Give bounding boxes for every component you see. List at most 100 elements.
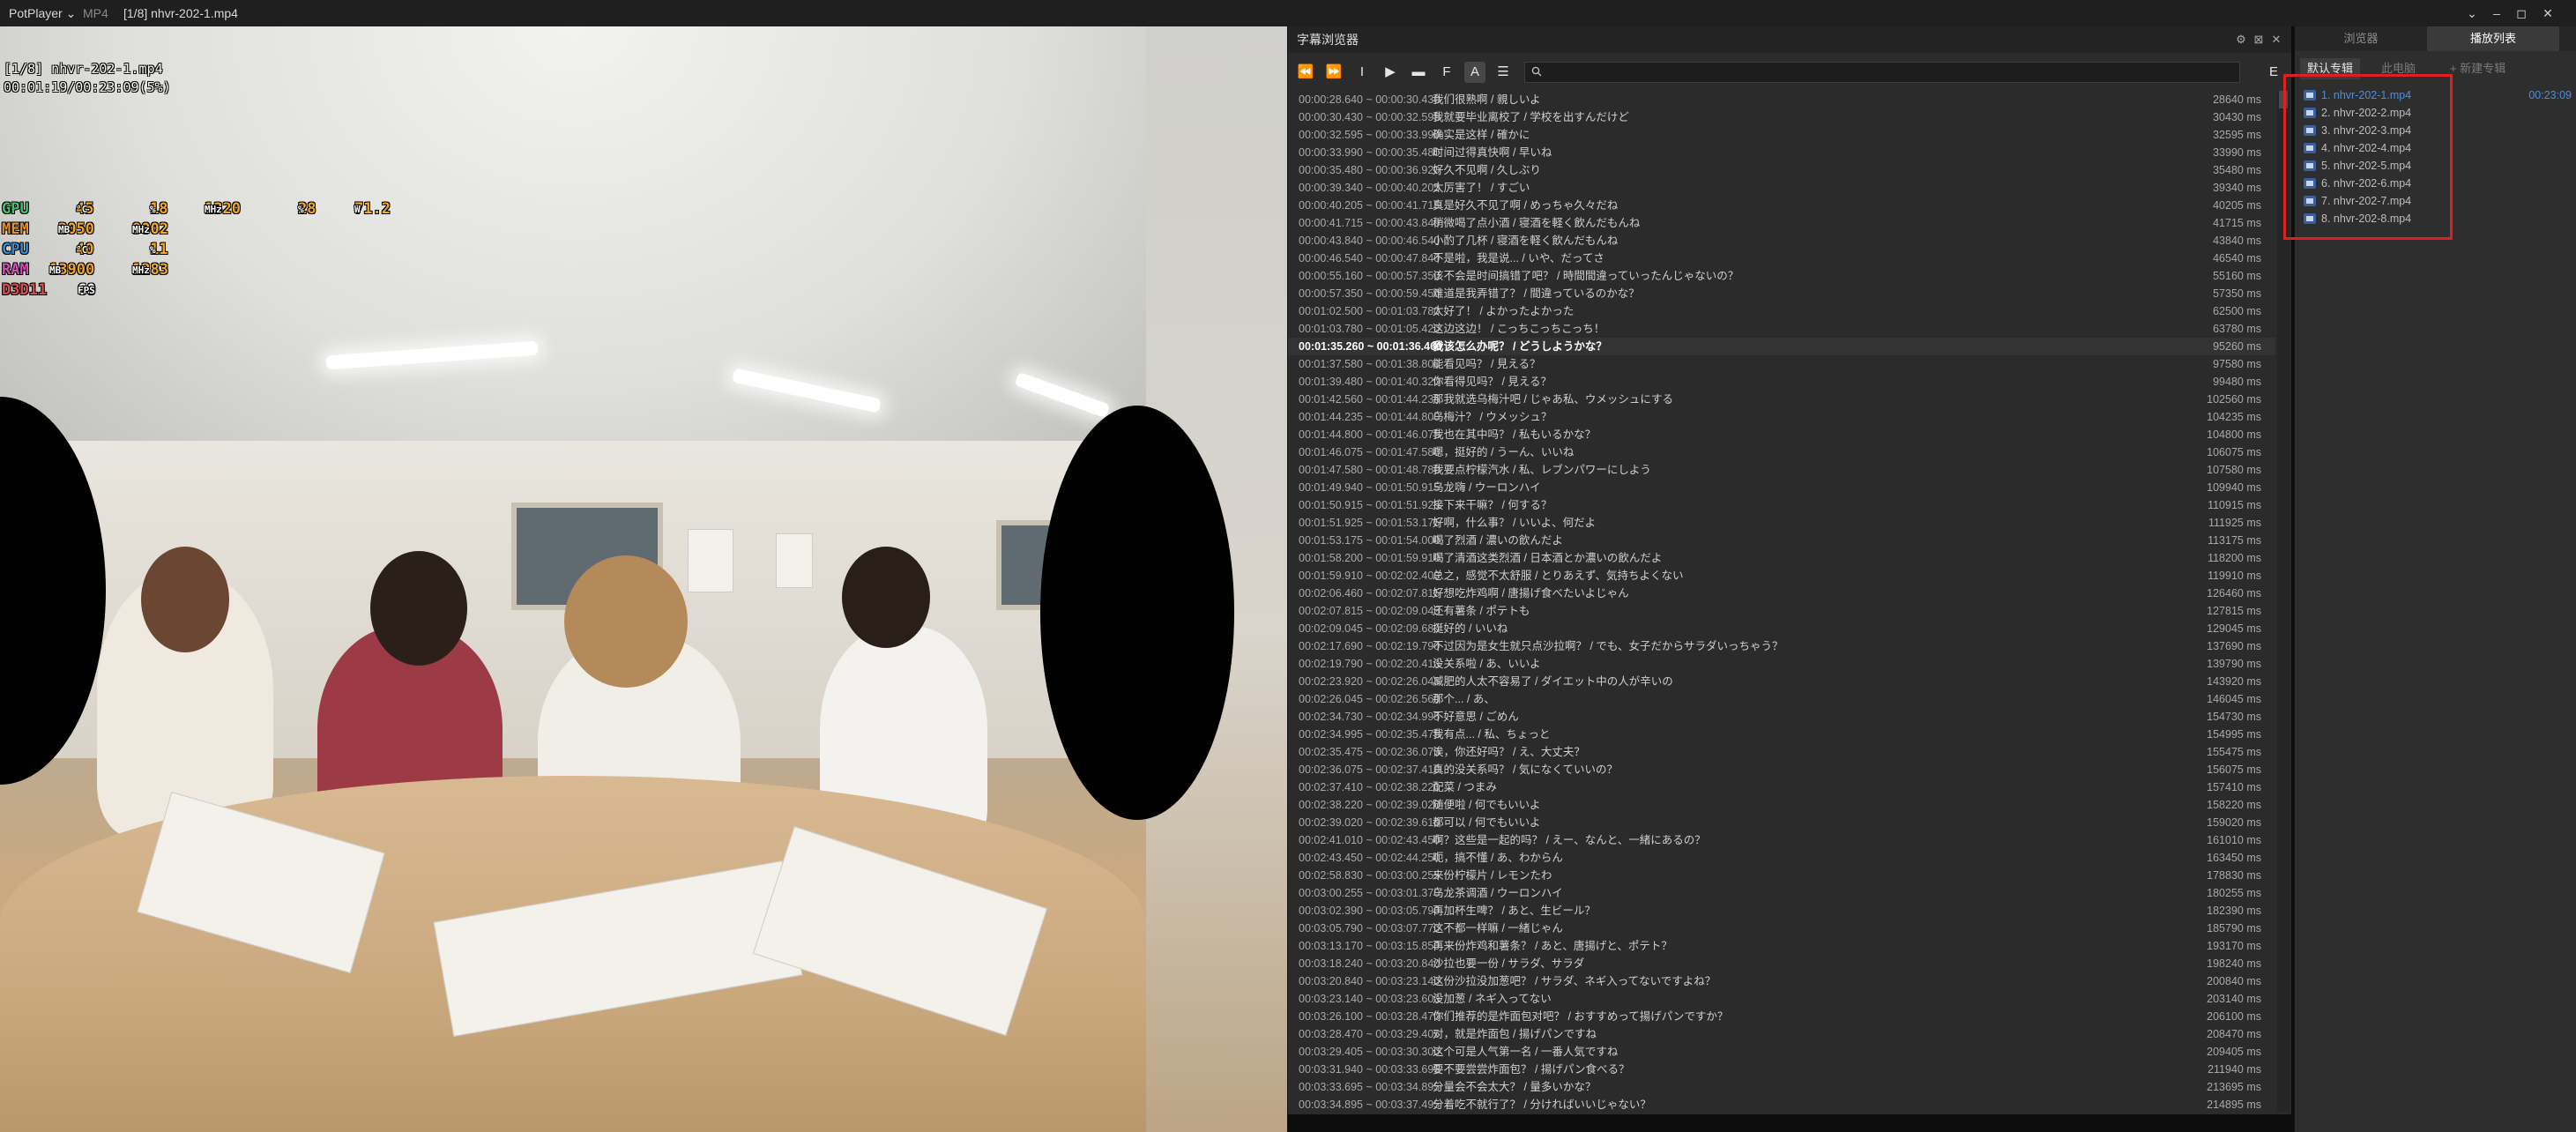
subtitle-row[interactable]: 00:00:40.205 ~ 00:00:41.715 真是好久不见了啊 / めっ… bbox=[1288, 197, 2275, 214]
subtitle-row[interactable]: 00:00:30.430 ~ 00:00:32.595 我就要毕业离校了 / 学校… bbox=[1288, 108, 2275, 126]
subtitle-time: 00:03:05.790 ~ 00:03:07.770 bbox=[1299, 922, 1441, 935]
subtitle-row[interactable]: 00:02:19.790 ~ 00:02:20.410 没关系啦 / あ、いいよ 1… bbox=[1288, 655, 2275, 673]
subtitle-row[interactable]: 00:00:57.350 ~ 00:00:59.450 难道是我弄错了？ / 間違… bbox=[1288, 285, 2275, 302]
subtitle-row[interactable]: 00:00:28.640 ~ 00:00:30.430 我们很熟啊 / 親しいよ 2… bbox=[1288, 91, 2275, 108]
subtitle-row[interactable]: 00:01:50.915 ~ 00:01:51.925 接下来干嘛？ / 何する？… bbox=[1288, 496, 2275, 514]
subtitle-row[interactable]: 00:03:23.140 ~ 00:03:23.600 没加葱 / ネギ入ってない… bbox=[1288, 990, 2275, 1008]
subtitle-time: 00:02:41.010 ~ 00:02:43.450 bbox=[1299, 834, 1441, 846]
subtitle-row[interactable]: 00:03:34.895 ~ 00:03:37.495 分着吃不就行了？ / 分け… bbox=[1288, 1096, 2275, 1112]
subtitle-row[interactable]: 00:00:32.595 ~ 00:00:33.990 确实是这样 / 確かに 32… bbox=[1288, 126, 2275, 144]
subtitle-search-input[interactable] bbox=[1524, 62, 2240, 83]
subtitle-row[interactable]: 00:00:35.480 ~ 00:00:36.920 好久不见啊 / 久しぶり 3… bbox=[1288, 161, 2275, 179]
subtitle-time: 00:02:07.815 ~ 00:02:09.045 bbox=[1299, 605, 1441, 617]
previous-subtitle-button[interactable]: ⏪ bbox=[1295, 62, 1316, 83]
subtitle-text: 好久不见啊 / 久しぶり bbox=[1433, 164, 1541, 176]
subtitle-row[interactable]: 00:01:58.200 ~ 00:01:59.910 喝了清酒这类烈酒 / 日本… bbox=[1288, 549, 2275, 567]
subtitle-row[interactable]: 00:02:39.020 ~ 00:02:39.610 都可以 / 何でもいいよ 1… bbox=[1288, 814, 2275, 831]
subtitle-time: 00:02:19.790 ~ 00:02:20.410 bbox=[1299, 658, 1441, 670]
subtitle-ms: 213695 ms bbox=[2207, 1081, 2261, 1093]
subtitle-ms: 28640 ms bbox=[2213, 93, 2261, 106]
subtitle-row[interactable]: 00:02:34.730 ~ 00:02:34.995 不好意思 / ごめん 154… bbox=[1288, 708, 2275, 726]
settings-icon[interactable]: ⚙ bbox=[2233, 32, 2249, 48]
subtitle-text: 我该怎么办呢？ / どうしようかな？ bbox=[1433, 340, 1607, 353]
play-subtitle-button[interactable]: ▶ bbox=[1380, 62, 1401, 83]
subtitle-row[interactable]: 00:03:13.170 ~ 00:03:15.850 再来份炸鸡和薯条？ / あ… bbox=[1288, 937, 2275, 955]
subtitle-row[interactable]: 00:01:39.480 ~ 00:01:40.320 你看得见吗？ / 見える？… bbox=[1288, 373, 2275, 391]
subtitle-row[interactable]: 00:01:51.925 ~ 00:01:53.175 好啊，什么事？ / いいよ… bbox=[1288, 514, 2275, 532]
pin-button[interactable]: ⌄ bbox=[2463, 4, 2481, 22]
subtitle-row[interactable]: 00:01:53.175 ~ 00:01:54.000 喝了烈酒 / 濃いの飲んだ… bbox=[1288, 532, 2275, 549]
subtitle-ms: 159020 ms bbox=[2207, 816, 2261, 829]
tab-browser[interactable]: 浏览器 bbox=[2295, 26, 2427, 51]
subtitle-ms: 113175 ms bbox=[2207, 534, 2261, 547]
close-icon[interactable]: ✕ bbox=[2268, 32, 2284, 48]
video-frame[interactable]: [1/8] nhvr-202-1.mp4 00:01:19/00:23:09(5… bbox=[0, 26, 1287, 1132]
minimize-button[interactable]: – bbox=[2488, 4, 2505, 22]
subtitle-time: 00:02:26.045 ~ 00:02:26.560 bbox=[1299, 693, 1441, 705]
font-button[interactable]: F bbox=[1436, 62, 1457, 83]
subtitle-row[interactable]: 00:01:44.800 ~ 00:01:46.075 我也在其中吗？ / 私もい… bbox=[1288, 426, 2275, 443]
subtitle-row[interactable]: 00:00:39.340 ~ 00:00:40.205 太厉害了！ / すごい 39… bbox=[1288, 179, 2275, 197]
subtitle-row[interactable]: 00:02:35.475 ~ 00:02:36.075 诶，你还好吗？ / え、大… bbox=[1288, 743, 2275, 761]
subtitle-row[interactable]: 00:02:41.010 ~ 00:02:43.450 啊？这些是一起的吗？ / … bbox=[1288, 831, 2275, 849]
subtitle-row[interactable]: 00:02:43.450 ~ 00:02:44.250 呃，搞不懂 / あ、わから… bbox=[1288, 849, 2275, 867]
subtitle-row[interactable]: 00:02:23.920 ~ 00:02:26.045 减肥的人太不容易了 / ダ… bbox=[1288, 673, 2275, 690]
subtitle-row[interactable]: 00:01:37.580 ~ 00:01:38.800 能看见吗？ / 見える？ 9… bbox=[1288, 355, 2275, 373]
close-button[interactable]: ✕ bbox=[2539, 4, 2557, 22]
subtitle-row[interactable]: 00:02:06.460 ~ 00:02:07.815 好想吃炸鸡啊 / 唐揚げ食… bbox=[1288, 585, 2275, 602]
tab-playlist[interactable]: 播放列表 bbox=[2427, 26, 2559, 51]
subtitle-row[interactable]: 00:03:33.695 ~ 00:03:34.895 分量会不会太大？ / 量多… bbox=[1288, 1078, 2275, 1096]
subtitle-time: 00:00:46.540 ~ 00:00:47.840 bbox=[1299, 252, 1441, 264]
subtitle-view-button[interactable]: ▬ bbox=[1408, 62, 1429, 83]
subtitle-row[interactable]: 00:02:17.690 ~ 00:02:19.790 不过因为是女生就只点沙拉啊… bbox=[1288, 637, 2275, 655]
subtitle-row[interactable]: 00:02:07.815 ~ 00:02:09.045 还有薯条 / ポテトも 12… bbox=[1288, 602, 2275, 620]
subtitle-row[interactable]: 00:00:43.840 ~ 00:00:46.540 小酌了几杯 / 寝酒を軽く… bbox=[1288, 232, 2275, 249]
next-subtitle-button[interactable]: ⏩ bbox=[1323, 62, 1344, 83]
subtitle-row[interactable]: 00:02:09.045 ~ 00:02:09.680 挺好的 / いいね 1290… bbox=[1288, 620, 2275, 637]
subtitle-row[interactable]: 00:03:05.790 ~ 00:03:07.770 这不都一样嘛 / 一緒じゃ… bbox=[1288, 920, 2275, 937]
maximize-button[interactable]: ◻ bbox=[2513, 4, 2530, 22]
subtitle-row[interactable]: 00:01:03.780 ~ 00:01:05.420 这边这边！ / こっちこっ… bbox=[1288, 320, 2275, 338]
subtitle-row[interactable]: 00:01:42.560 ~ 00:01:44.235 那我就选乌梅汁吧 / じゃ… bbox=[1288, 391, 2275, 408]
export-button[interactable]: E bbox=[2263, 62, 2284, 83]
subtitle-row[interactable]: 00:01:44.235 ~ 00:01:44.800 乌梅汁？ / ウメッシュ？… bbox=[1288, 408, 2275, 426]
subtitle-row[interactable]: 00:01:35.260 ~ 00:01:36.460 我该怎么办呢？ / どうし… bbox=[1288, 338, 2275, 355]
subtitle-row[interactable]: 00:01:59.910 ~ 00:02:02.400 总之，感觉不太舒服 / と… bbox=[1288, 567, 2275, 585]
subtitle-row[interactable]: 00:02:37.410 ~ 00:02:38.220 配菜 / つまみ 15741… bbox=[1288, 778, 2275, 796]
subtitle-row[interactable]: 00:03:20.840 ~ 00:03:23.140 这份沙拉没加葱吧？ / サ… bbox=[1288, 972, 2275, 990]
unit: MHz bbox=[132, 264, 150, 276]
subtitle-row[interactable]: 00:01:46.075 ~ 00:01:47.580 嗯，挺好的 / うーん、い… bbox=[1288, 443, 2275, 461]
dock-icon[interactable]: ⊠ bbox=[2251, 32, 2267, 48]
subtitle-row[interactable]: 00:03:02.390 ~ 00:03:05.790 再加杯生啤？ / あと、生… bbox=[1288, 902, 2275, 920]
subtitle-scrollbar[interactable] bbox=[2277, 91, 2289, 1112]
subtitle-row[interactable]: 00:02:36.075 ~ 00:02:37.410 真的没关系吗？ / 気にな… bbox=[1288, 761, 2275, 778]
subtitle-row[interactable]: 00:03:31.940 ~ 00:03:33.695 要不要尝尝炸面包？ / 揚… bbox=[1288, 1061, 2275, 1078]
subtitle-row[interactable]: 00:02:26.045 ~ 00:02:26.560 那个... / あ、 146… bbox=[1288, 690, 2275, 708]
subtitle-row[interactable]: 00:03:28.470 ~ 00:03:29.405 对，就是炸面包 / 揚げパ… bbox=[1288, 1025, 2275, 1043]
subtitle-row[interactable]: 00:01:02.500 ~ 00:01:03.780 太好了！ / よかったよか… bbox=[1288, 302, 2275, 320]
subtitle-row[interactable]: 00:00:41.715 ~ 00:00:43.840 稍微喝了点小酒 / 寝酒を… bbox=[1288, 214, 2275, 232]
subtitle-text: 还有薯条 / ポテトも bbox=[1433, 605, 1530, 617]
subtitle-row[interactable]: 00:01:49.940 ~ 00:01:50.915 乌龙嗨 / ウーロンハイ 1… bbox=[1288, 479, 2275, 496]
subtitle-row[interactable]: 00:02:34.995 ~ 00:02:35.475 我有点... / 私、ちょ… bbox=[1288, 726, 2275, 743]
highlight-annotation bbox=[2283, 74, 2453, 240]
app-menu-button[interactable]: PotPlayer ⌄ bbox=[9, 0, 76, 26]
list-menu-button[interactable]: ☰ bbox=[1493, 62, 1514, 83]
subtitle-ms: 106075 ms bbox=[2207, 446, 2261, 458]
subtitle-row[interactable]: 00:02:58.830 ~ 00:03:00.255 来份柠檬片 / レモンたわ… bbox=[1288, 867, 2275, 884]
subtitle-row[interactable]: 00:00:55.160 ~ 00:00:57.350 该不会是时间搞错了吧？ /… bbox=[1288, 267, 2275, 285]
subtitle-row[interactable]: 00:03:00.255 ~ 00:03:01.370 乌龙茶调酒 / ウーロンハ… bbox=[1288, 884, 2275, 902]
subtitle-row[interactable]: 00:01:47.580 ~ 00:01:48.780 我要点柠檬汽水 / 私、レ… bbox=[1288, 461, 2275, 479]
new-album-button[interactable]: + 新建专辑 bbox=[2450, 58, 2505, 79]
subtitle-row[interactable]: 00:03:26.100 ~ 00:03:28.470 你们推荐的是炸面包对吧？ … bbox=[1288, 1008, 2275, 1025]
subtitle-row[interactable]: 00:02:38.220 ~ 00:02:39.020 随便啦 / 何でもいいよ 1… bbox=[1288, 796, 2275, 814]
subtitle-row[interactable]: 00:00:46.540 ~ 00:00:47.840 不是啦，我是说... / … bbox=[1288, 249, 2275, 267]
subtitle-row[interactable]: 00:00:33.990 ~ 00:00:35.480 时间过得真快啊 / 早いね… bbox=[1288, 144, 2275, 161]
subtitle-ms: 182390 ms bbox=[2207, 905, 2261, 917]
subtitle-row[interactable]: 00:03:18.240 ~ 00:03:20.840 沙拉也要一份 / サラダ、… bbox=[1288, 955, 2275, 972]
auto-scroll-button[interactable]: A bbox=[1464, 62, 1485, 83]
cursor-mode-button[interactable]: I bbox=[1351, 62, 1373, 83]
wall-poster bbox=[688, 529, 733, 592]
subtitle-row[interactable]: 00:03:29.405 ~ 00:03:30.300 这个可是人气第一名 / 一… bbox=[1288, 1043, 2275, 1061]
subtitle-text: 来份柠檬片 / レモンたわ bbox=[1433, 869, 1552, 882]
